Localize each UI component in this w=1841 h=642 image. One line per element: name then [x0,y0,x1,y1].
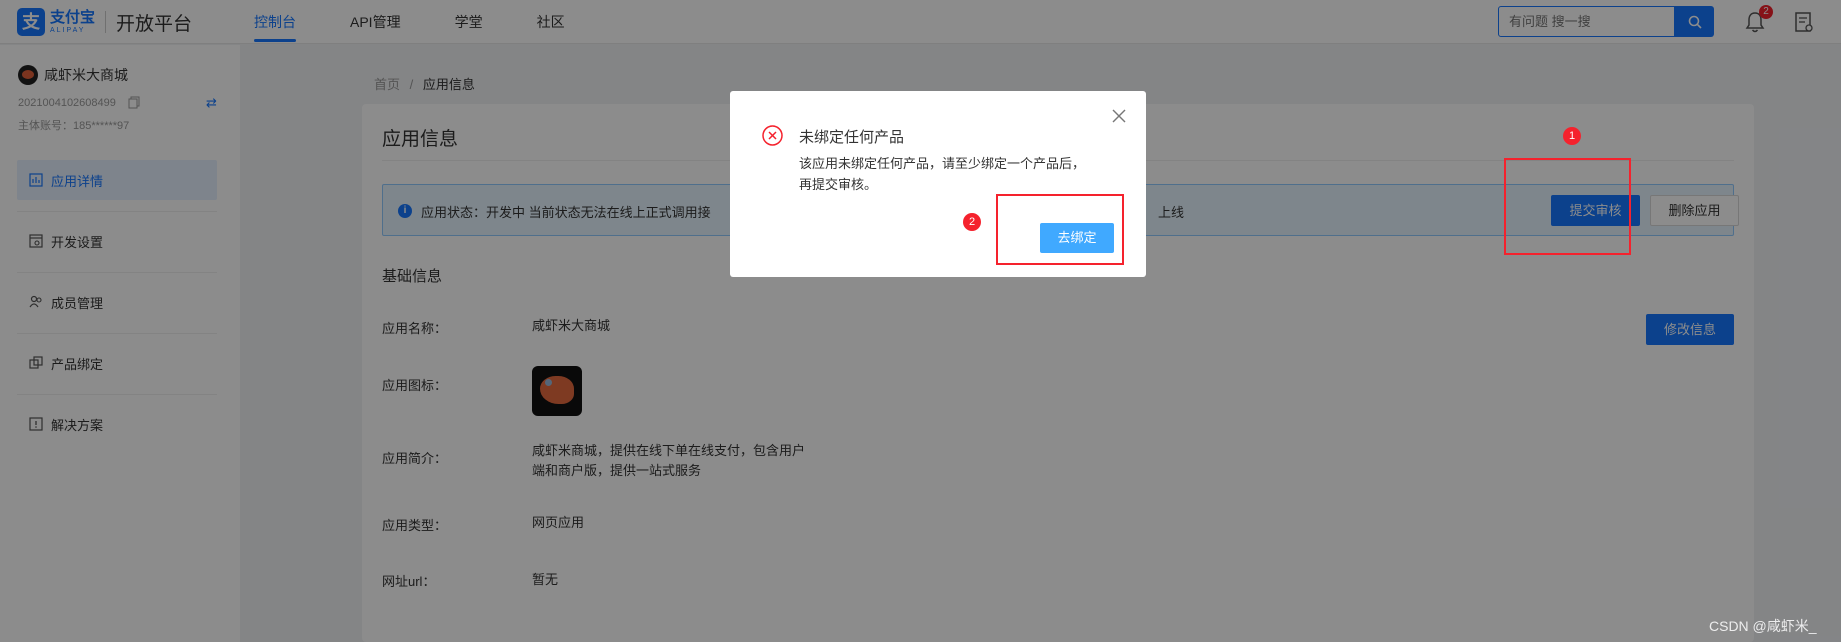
modal-title: 未绑定任何产品 [799,129,905,146]
annotation-box-2 [996,194,1124,265]
close-icon[interactable] [1112,109,1126,123]
annotation-number-1: 1 [1563,127,1581,145]
error-circle-icon [762,125,783,146]
modal-body-line2: 再提交审核。 [799,177,878,192]
annotation-box-1 [1504,158,1631,255]
modal-body-line1: 该应用未绑定任何产品，请至少绑定一个产品后， [799,156,1086,171]
annotation-number-2: 2 [963,213,981,231]
watermark: CSDN @咸虾米_ [1709,618,1817,634]
modal-body: 该应用未绑定任何产品，请至少绑定一个产品后， 再提交审核。 [799,153,1109,195]
